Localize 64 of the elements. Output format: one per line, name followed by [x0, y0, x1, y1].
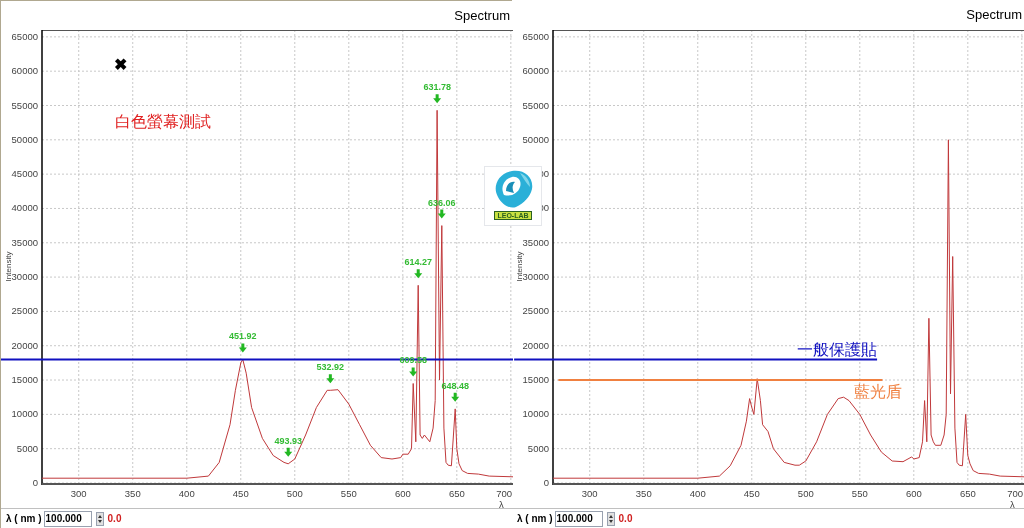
y-tick-label: 50000 — [11, 134, 38, 146]
y-tick-label: 20000 — [11, 340, 38, 352]
peak-label: 631.78 — [423, 82, 451, 93]
x-tick-label: 650 — [448, 488, 465, 500]
y-tick-label: 45000 — [11, 168, 38, 180]
x-tick-label: 700 — [496, 488, 512, 500]
y-tick-label: 0 — [543, 477, 549, 488]
x-tick-label: 400 — [178, 488, 195, 500]
peak-label: 614.27 — [404, 257, 432, 268]
axis-label: Intensity — [515, 251, 524, 282]
x-tick-label: 300 — [581, 488, 598, 499]
y-tick-label: 30000 — [522, 271, 549, 283]
y-tick-label: 10000 — [11, 408, 38, 420]
y-tick-label: 0 — [32, 477, 38, 489]
field-label: λ ( nm ) — [6, 512, 42, 527]
chart-title: Spectrum — [966, 6, 1023, 25]
y-tick-label: 30000 — [11, 271, 38, 283]
x-tick-label: 300 — [70, 488, 87, 500]
y-tick-label: 50000 — [522, 133, 549, 145]
y-tick-label: 40000 — [11, 202, 38, 214]
y-tick-label: 65000 — [11, 31, 38, 43]
reading-value: 0.0 — [107, 512, 122, 527]
axis-label: Intensity — [4, 252, 13, 282]
y-tick-label: 35000 — [522, 236, 549, 248]
x-tick-label: 450 — [743, 488, 760, 499]
x-tick-label: 500 — [797, 488, 814, 499]
y-tick-label: 25000 — [11, 305, 38, 317]
x-tick-label: 650 — [959, 488, 976, 499]
x-tick-label: 600 — [905, 488, 922, 499]
y-tick-label: 25000 — [522, 305, 549, 317]
x-tick-label: 350 — [124, 488, 141, 500]
y-tick-label: 35000 — [11, 237, 38, 249]
x-tick-label: 550 — [851, 488, 868, 499]
x-tick-label: 350 — [635, 488, 652, 499]
y-tick-label: 60000 — [522, 65, 549, 77]
chart-title: Spectrum — [454, 6, 511, 25]
y-tick-label: 55000 — [522, 99, 549, 111]
field-label: λ ( nm ) — [517, 512, 553, 526]
y-tick-label: 55000 — [11, 99, 38, 111]
cross-mark: ✖ — [114, 56, 128, 74]
y-tick-label: 65000 — [522, 30, 549, 42]
x-tick-label: 450 — [232, 488, 249, 500]
y-tick-label: 60000 — [11, 65, 38, 77]
x-tick-label: 600 — [394, 488, 411, 500]
line-label: 一般保護貼 — [797, 341, 878, 359]
y-tick-label: 5000 — [527, 442, 549, 454]
peak-label: 609.58 — [399, 355, 427, 366]
y-tick-label: 5000 — [16, 443, 38, 455]
line-label: 藍光盾 — [854, 383, 903, 401]
x-tick-label: 500 — [286, 488, 303, 500]
axis-label: λ — [1010, 499, 1015, 508]
reading-value: 0.0 — [618, 512, 633, 526]
peak-label: 451.92 — [229, 331, 257, 342]
peak-label: 532.92 — [316, 362, 345, 373]
axis-label: λ — [499, 499, 504, 509]
x-tick-label: 400 — [689, 488, 706, 499]
y-tick-label: 15000 — [522, 374, 549, 386]
annotation-text: 白色螢幕測試 — [115, 113, 212, 131]
x-tick-label: 550 — [340, 488, 357, 500]
y-tick-label: 15000 — [11, 374, 38, 386]
y-tick-label: 20000 — [522, 339, 549, 351]
y-tick-label: 10000 — [522, 408, 549, 420]
peak-label: 493.93 — [274, 436, 302, 447]
x-tick-label: 700 — [1007, 488, 1023, 499]
